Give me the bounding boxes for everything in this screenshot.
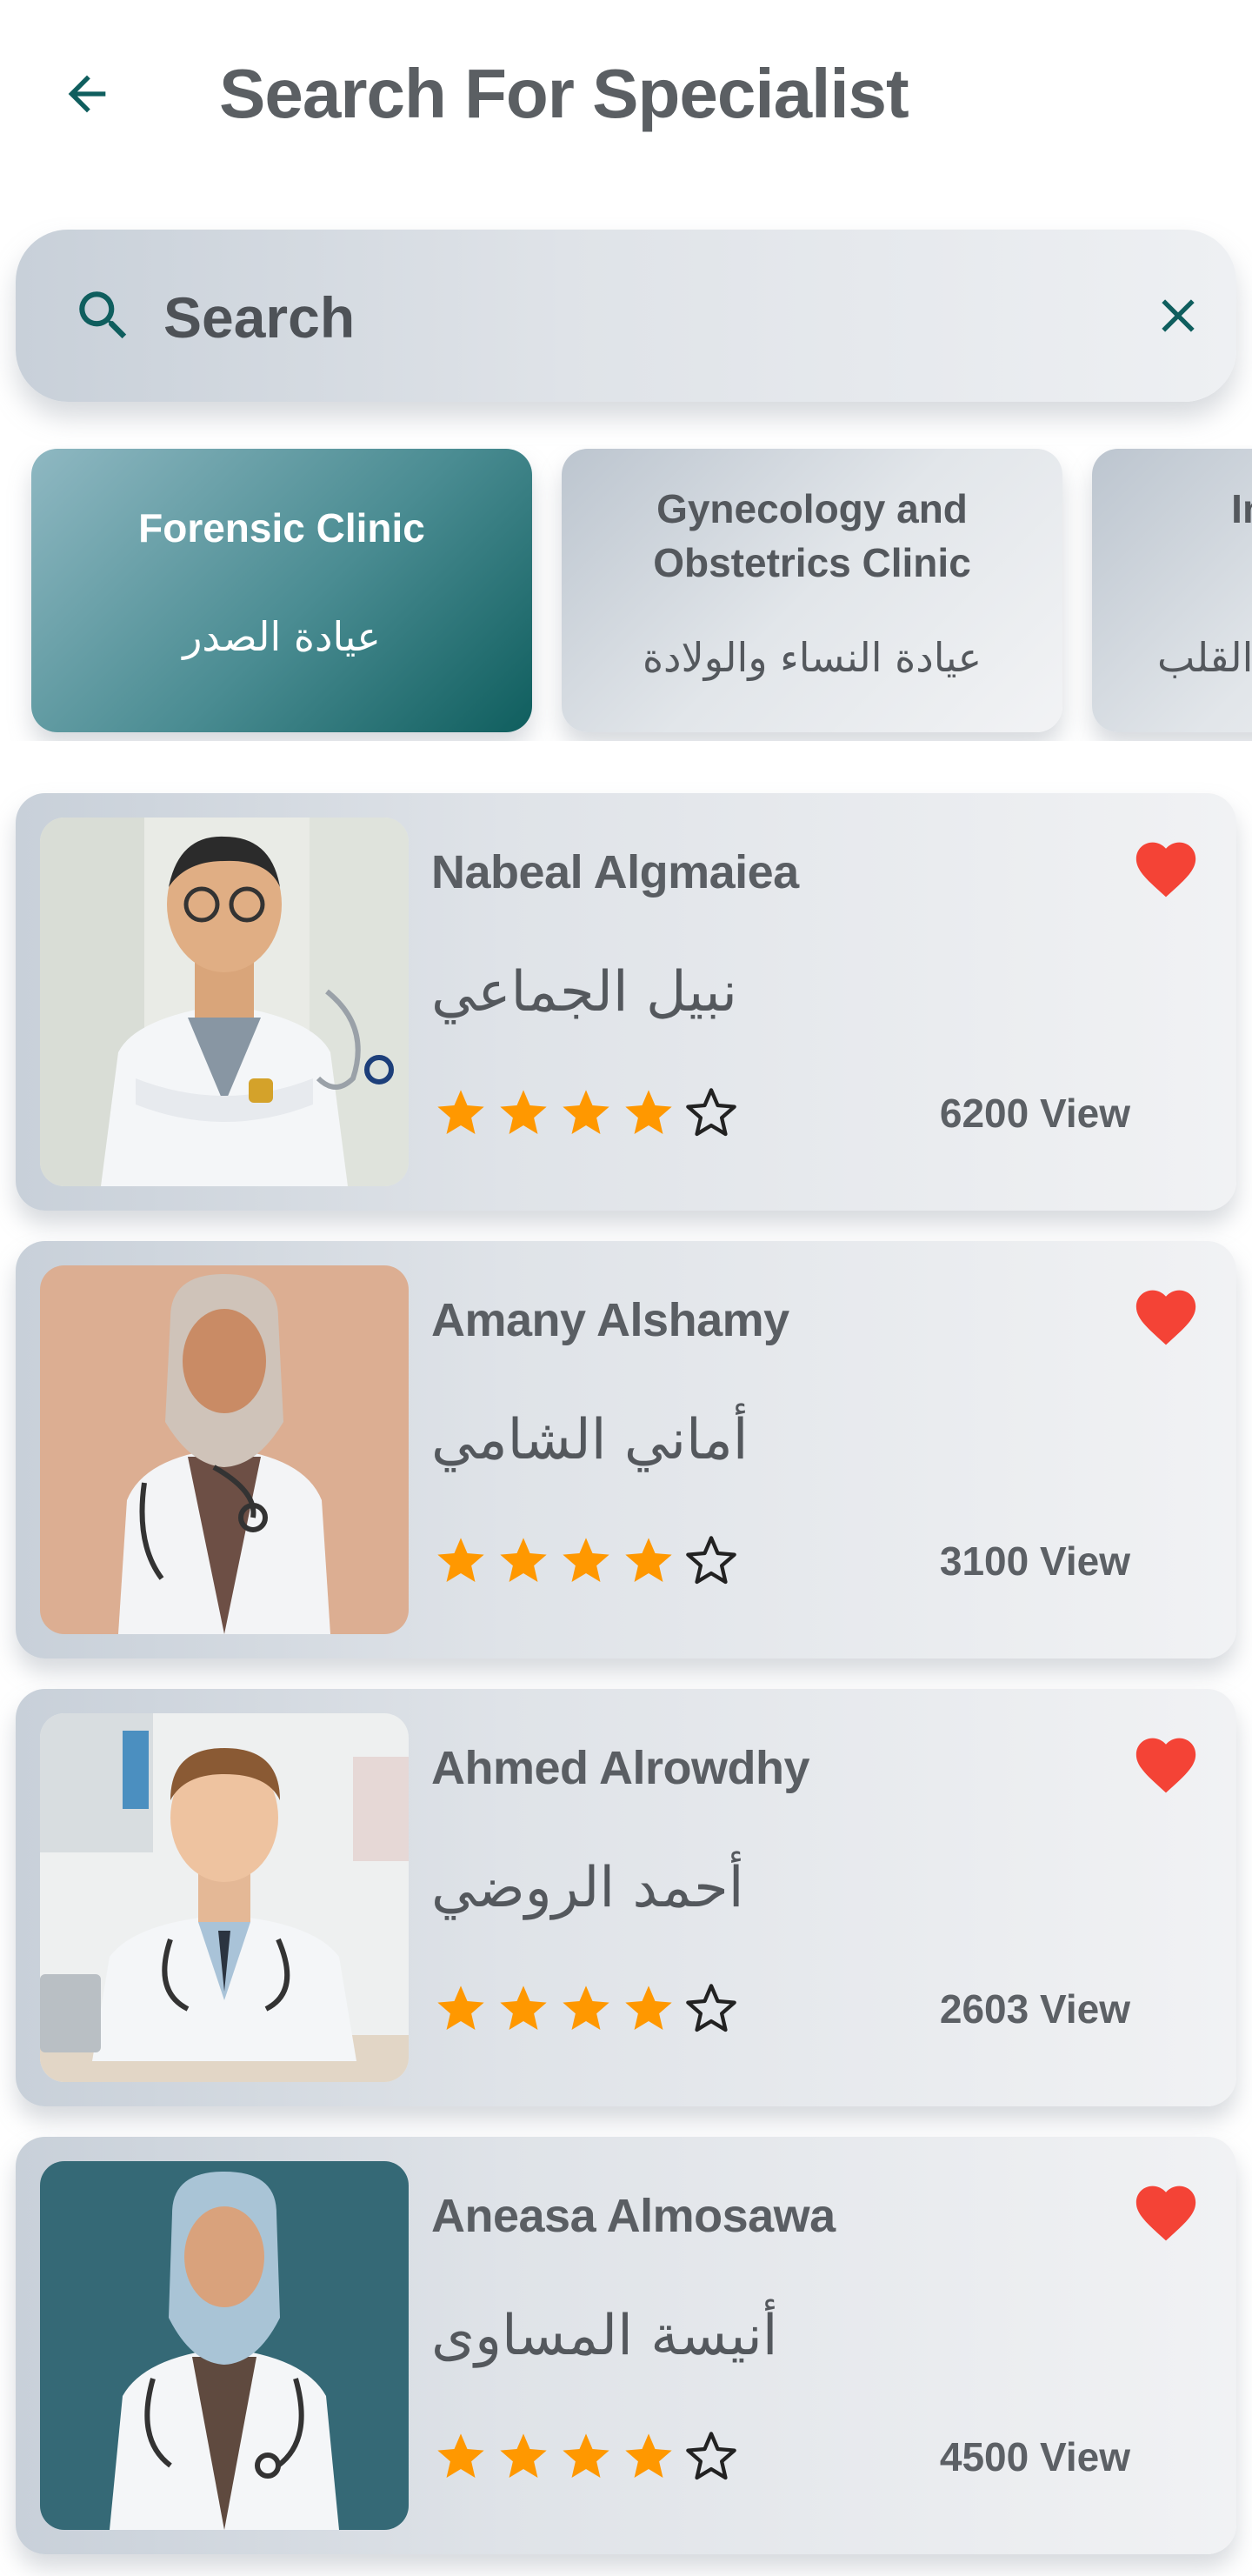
doctor-photo (40, 1265, 409, 1634)
star-icon (563, 1090, 609, 1134)
view-count: 2603 View (939, 1986, 1130, 2032)
star-icon (625, 1985, 672, 2030)
close-icon (1162, 299, 1195, 332)
doctor-photo (40, 818, 409, 1186)
page-title: Search For Specialist (219, 55, 909, 132)
doctor-name-ar: أحمد الروضي (431, 1856, 744, 1920)
heart-icon[interactable] (1130, 833, 1202, 899)
view-count: 4500 View (939, 2434, 1130, 2479)
star-icon (437, 1538, 484, 1582)
category-name-ar: عيادة الصدر (183, 613, 381, 660)
heart-icon[interactable] (1130, 1281, 1202, 1347)
back-button[interactable] (52, 59, 122, 129)
rating-stars (433, 2429, 739, 2485)
search-bar (16, 230, 1236, 402)
star-icon (625, 2433, 672, 2478)
category-name-en: Internal Car (1231, 486, 1252, 531)
star-outline-icon (686, 1088, 736, 1137)
doctor-card[interactable]: Aneasa Almosawa أنيسة المساوى 4500 View (16, 2137, 1236, 2554)
star-icon (500, 1090, 547, 1134)
doctor-card[interactable]: Nabeal Algmaiea نبيل الجماعي 6200 View (16, 793, 1236, 1211)
search-input[interactable] (162, 271, 1035, 364)
doctor-card[interactable]: Ahmed Alrowdhy أحمد الروضي 2603 View (16, 1689, 1236, 2106)
doctor-name-ar: أنيسة المساوى (431, 2304, 778, 2368)
doctor-photo (40, 1713, 409, 2082)
category-name-en: Gynecology and Obstetrics Clinic (653, 486, 971, 585)
star-icon (500, 2433, 547, 2478)
view-count: 6200 View (939, 1091, 1130, 1136)
category-list: Forensic Clinic عيادة الصدر Gynecology a… (0, 445, 1252, 741)
star-outline-icon (686, 2432, 736, 2480)
star-icon (437, 1090, 484, 1134)
doctor-name-en: Ahmed Alrowdhy (431, 1742, 810, 1794)
arrow-left-icon (68, 75, 106, 113)
star-icon (500, 1538, 547, 1582)
doctor-name-en: Aneasa Almosawa (431, 2190, 836, 2242)
star-outline-icon (686, 1984, 736, 2032)
view-count: 3100 View (939, 1538, 1130, 1584)
star-icon (563, 2433, 609, 2478)
star-icon (563, 1538, 609, 1582)
app-header: Search For Specialist (0, 0, 1252, 191)
rating-stars (433, 1981, 739, 2037)
star-icon (437, 1985, 484, 2030)
heart-icon[interactable] (1130, 2177, 1202, 2243)
heart-icon[interactable] (1130, 1729, 1202, 1795)
doctor-photo (40, 2161, 409, 2530)
doctor-name-ar: أماني الشامي (431, 1408, 749, 1472)
doctor-name-en: Amany Alshamy (431, 1294, 789, 1346)
clear-search-button[interactable] (1146, 284, 1210, 348)
rating-stars (433, 1085, 739, 1141)
star-icon (563, 1985, 609, 2030)
star-icon (625, 1538, 672, 1582)
category-forensic-clinic[interactable]: Forensic Clinic عيادة الصدر (31, 449, 532, 732)
star-outline-icon (686, 1536, 736, 1585)
rating-stars (433, 1533, 739, 1589)
doctor-name-en: Nabeal Algmaiea (431, 846, 799, 898)
star-icon (437, 2433, 484, 2478)
category-name-en: Forensic Clinic (138, 505, 425, 551)
star-icon (500, 1985, 547, 2030)
star-icon (625, 1090, 672, 1134)
search-icon (79, 291, 127, 339)
category-name-ar: القلب (1157, 634, 1252, 681)
category-gynecology-clinic[interactable]: Gynecology and Obstetrics Clinic عيادة ا… (562, 449, 1062, 732)
doctor-card[interactable]: Amany Alshamy أماني الشامي 3100 View (16, 1241, 1236, 1658)
category-name-ar: عيادة النساء والولادة (642, 634, 982, 681)
doctor-name-ar: نبيل الجماعي (431, 960, 737, 1024)
category-internal-clinic[interactable]: Internal Car القلب (1092, 449, 1252, 732)
